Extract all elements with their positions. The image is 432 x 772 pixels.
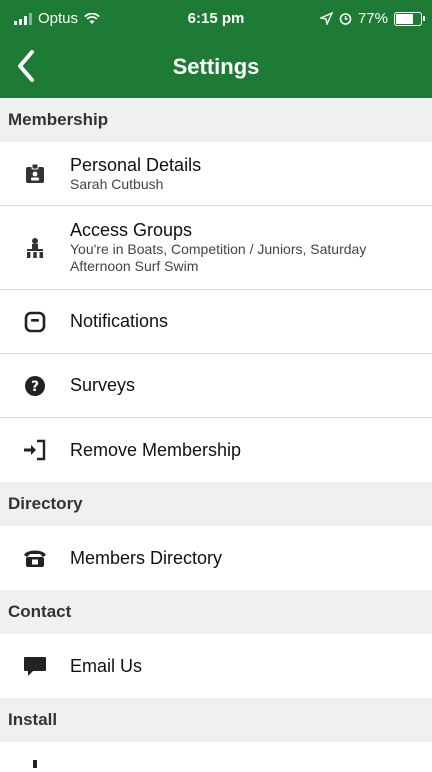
battery-icon	[394, 11, 425, 26]
phone-icon	[24, 550, 46, 567]
install-item-partial[interactable]	[0, 742, 432, 772]
comment-icon	[24, 657, 46, 676]
email-us-item[interactable]: Email Us	[0, 634, 432, 698]
access-groups-title: Access Groups	[70, 220, 193, 240]
surveys-title: Surveys	[70, 375, 136, 395]
members-directory-title: Members Directory	[70, 547, 223, 568]
location-arrow-icon	[319, 12, 333, 25]
svg-text:?: ?	[31, 379, 39, 395]
section-contact: Contact	[0, 590, 432, 634]
personal-details-name: Sarah Cutbush	[70, 175, 164, 192]
settings-list: Membership Personal Details Sarah Cutbus…	[0, 98, 432, 772]
sign-in-icon	[24, 439, 46, 461]
status-bar: Optus 6:15 pm 77%	[0, 0, 432, 36]
remove-membership-title: Remove Membership	[70, 439, 242, 460]
alarm-icon	[339, 13, 352, 25]
personal-details-item[interactable]: Personal Details Sarah Cutbush	[0, 142, 432, 206]
personal-details-title: Personal Details	[70, 154, 202, 175]
notification-icon	[24, 311, 46, 332]
navigation-bar: Settings	[0, 36, 432, 98]
top-bar: Optus 6:15 pm 77% Settings	[0, 0, 432, 98]
section-directory: Directory	[0, 482, 432, 526]
download-icon	[33, 760, 37, 768]
access-groups-item[interactable]: Access Groups You're in Boats, Competiti…	[0, 206, 432, 290]
section-install: Install	[0, 698, 432, 742]
sitemap-icon	[27, 237, 43, 258]
remove-membership-item[interactable]: Remove Membership	[0, 418, 432, 482]
surveys-item[interactable]: ? Surveys	[0, 354, 432, 418]
email-us-title: Email Us	[70, 655, 143, 676]
notifications-title: Notifications	[70, 311, 169, 331]
id-badge-icon	[26, 163, 44, 183]
battery-percent: 77%	[357, 10, 388, 27]
question-circle-icon: ?	[25, 375, 45, 396]
page-title: Settings	[172, 54, 260, 79]
access-groups-description: You're in Boats, Competition / Juniors, …	[70, 241, 367, 274]
notifications-item[interactable]: Notifications	[0, 290, 432, 354]
section-membership: Membership	[0, 98, 432, 142]
members-directory-item[interactable]: Members Directory	[0, 526, 432, 590]
